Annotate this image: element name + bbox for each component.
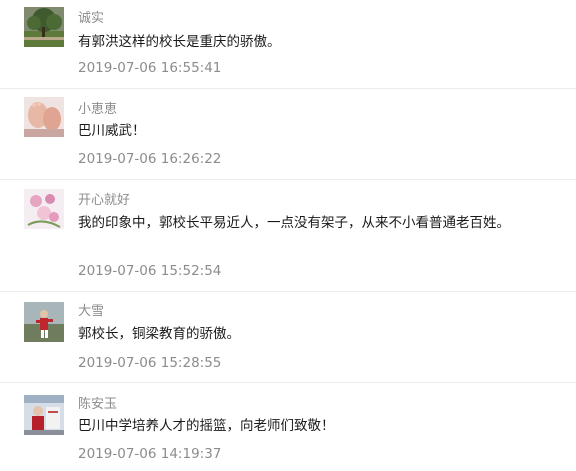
comment-nickname: 诚实 bbox=[78, 11, 105, 26]
comment-item: 小恵恵 巴川威武！ 2019-07-06 16:26:22 bbox=[0, 89, 576, 180]
comment-timestamp: 2019-07-06 16:26:22 bbox=[78, 151, 222, 167]
comment-item: 诚实 有郭洪这样的校长是重庆的骄傲。 2019-07-06 16:55:41 bbox=[0, 0, 576, 89]
comment-item: 陈安玉 巴川中学培养人才的摇篮，向老师们致敬！ 2019-07-06 14:19… bbox=[0, 383, 576, 471]
comment-timestamp: 2019-07-06 15:52:54 bbox=[78, 263, 222, 279]
comment-content: 我的印象中，郭校长平易近人，一点没有架子，从来不小看普通老百姓。 bbox=[78, 215, 510, 231]
comment-nickname: 小恵恵 bbox=[78, 102, 118, 117]
comment-timestamp: 2019-07-06 16:55:41 bbox=[78, 60, 222, 76]
person-red-avatar bbox=[24, 395, 64, 435]
comment-nickname: 陈安玉 bbox=[78, 397, 118, 412]
comment-nickname: 大雪 bbox=[78, 304, 105, 319]
comment-nickname: 开心就好 bbox=[78, 193, 131, 208]
comment-timestamp: 2019-07-06 15:28:55 bbox=[78, 355, 222, 371]
avatar[interactable] bbox=[24, 97, 64, 137]
comment-content: 郭校长，铜梁教育的骄傲。 bbox=[78, 326, 240, 342]
baby-feet-avatar bbox=[24, 97, 64, 137]
flowers-avatar bbox=[24, 189, 64, 229]
comment-list: 诚实 有郭洪这样的校长是重庆的骄傲。 2019-07-06 16:55:41 小… bbox=[0, 0, 576, 471]
avatar[interactable] bbox=[24, 7, 64, 47]
avatar[interactable] bbox=[24, 189, 64, 229]
comment-timestamp: 2019-07-06 14:19:37 bbox=[78, 446, 222, 462]
comment-content: 有郭洪这样的校长是重庆的骄傲。 bbox=[78, 34, 281, 50]
avatar[interactable] bbox=[24, 302, 64, 342]
tree-landscape-avatar bbox=[24, 7, 64, 47]
avatar[interactable] bbox=[24, 395, 64, 435]
comment-content: 巴川中学培养人才的摇篮，向老师们致敬！ bbox=[78, 418, 335, 434]
comment-item: 开心就好 我的印象中，郭校长平易近人，一点没有架子，从来不小看普通老百姓。 20… bbox=[0, 180, 576, 292]
comment-item: 大雪 郭校长，铜梁教育的骄傲。 2019-07-06 15:28:55 bbox=[0, 292, 576, 383]
comment-content: 巴川威武！ bbox=[78, 123, 146, 139]
person-outdoors-avatar bbox=[24, 302, 64, 342]
